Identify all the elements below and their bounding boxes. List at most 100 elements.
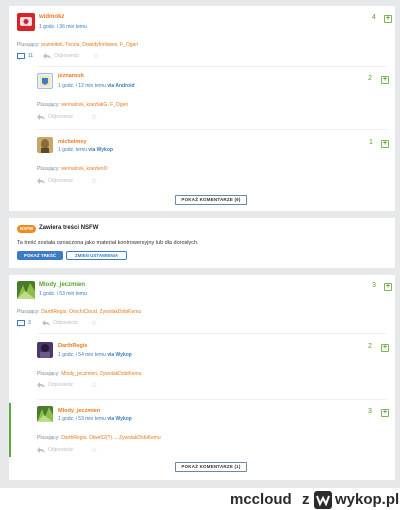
comment-via: via Wykop (88, 147, 113, 153)
voters-line: Plusujący: DarthRegis, OrochiCloud, Zywo… (17, 309, 141, 315)
favorite-action[interactable]: ☆ (91, 177, 97, 185)
voters-list[interactable]: DarthRegis, Olwe52(?)..., ZywolakDobiKem… (61, 435, 160, 441)
divider (37, 66, 387, 67)
plus-button[interactable]: + (381, 409, 389, 417)
nsfw-card: NSFW Zawiera treści NSFW Ta treść został… (9, 218, 395, 268)
comment-meta: 1 godz. i 12 min temu via Android (58, 83, 135, 89)
favorite-action[interactable]: ☆ (91, 446, 97, 454)
comment-meta: 1 godz. temu via Wykop (58, 147, 113, 153)
footer-site: wykop.pl (335, 491, 400, 508)
comment-time[interactable]: 1 godz. i 12 min temu (58, 83, 106, 89)
entry-time[interactable]: 1 godz. i 36 min temu (39, 24, 87, 30)
reply-icon (37, 382, 45, 388)
voters-label: Plusujący: (37, 166, 60, 172)
entry-author[interactable]: widmokz (39, 14, 64, 20)
avatar[interactable] (37, 406, 53, 422)
divider (37, 129, 387, 130)
entry-card-2: Mlody_jeczmien 1 godz. i 53 min temu 3 +… (9, 275, 395, 480)
divider (37, 333, 387, 334)
comments-icon[interactable] (17, 320, 25, 327)
avatar[interactable] (37, 342, 53, 358)
comment-via: via Wykop (107, 352, 132, 358)
footer-z: z (302, 491, 310, 508)
vote-count: 2 (368, 75, 372, 82)
reply-action[interactable]: Odpowiedz (37, 382, 73, 388)
vote-count: 4 (372, 14, 376, 21)
voters-line: Plusujący: DarthRegis, Olwe52(?)..., Zyw… (37, 435, 161, 441)
voters-label: Plusujący: (17, 42, 40, 48)
vote-count: 3 (372, 282, 376, 289)
voters-line: Plusujący: pozneitek, Toczia, Dowidyforl… (17, 42, 138, 48)
reply-label: Odpowiedz (48, 382, 74, 388)
reply-icon (37, 114, 45, 120)
reply-action[interactable]: Odpowiedz (37, 114, 73, 120)
vote-count: 1 (369, 139, 373, 146)
reply-action[interactable]: Odpowiedz (42, 320, 78, 326)
avatar[interactable] (37, 73, 53, 89)
plus-button[interactable]: + (381, 344, 389, 352)
favorite-action[interactable]: ☆ (93, 52, 99, 60)
divider (37, 399, 387, 400)
show-comments-button[interactable]: POKAŻ KOMENTARZE (1) (175, 462, 247, 472)
vote-count: 3 (368, 408, 372, 415)
reply-icon (42, 320, 50, 326)
reply-label: Odpowiedz (48, 447, 74, 453)
nsfw-title: Zawiera treści NSFW (39, 225, 99, 231)
plus-button[interactable]: + (384, 283, 392, 291)
avatar[interactable] (17, 281, 35, 299)
star-icon: ☆ (91, 447, 98, 454)
reply-label: Odpowiedz (54, 53, 80, 59)
entry-time[interactable]: 1 godz. i 53 min temu (39, 291, 87, 297)
avatar[interactable] (37, 137, 53, 153)
star-icon: ☆ (91, 178, 98, 185)
voters-label: Plusujący: (37, 371, 60, 377)
reply-action[interactable]: Odpowiedz (37, 178, 73, 184)
comments-icon[interactable] (17, 53, 25, 60)
voters-label: Plusujący: (17, 309, 40, 315)
comments-count[interactable]: 3 (28, 320, 31, 326)
voters-label: Plusujący: (37, 102, 60, 108)
comment-author[interactable]: DarthRegis (58, 343, 87, 349)
nsfw-description: Ta treść została oznaczona jako materiał… (17, 240, 199, 246)
footer-username: mccloud (230, 491, 292, 508)
voters-list[interactable]: Mlody_jeczmien, ZywolakDobiKemu (61, 371, 141, 377)
change-settings-button[interactable]: ZMIEŃ USTAWIENIA (66, 251, 127, 260)
reply-action[interactable]: Odpowiedz (37, 447, 73, 453)
comment-via: via Wykop (107, 416, 132, 422)
comments-count[interactable]: 11 (28, 53, 33, 59)
reply-icon (43, 53, 51, 59)
avatar[interactable] (17, 13, 35, 31)
voters-list[interactable]: pozneitek, Toczia, Dowidyforlowes, F_Oge… (41, 42, 138, 48)
comment-time[interactable]: 1 godz. i 53 min temu (58, 416, 106, 422)
favorite-action[interactable]: ☆ (91, 113, 97, 121)
show-content-button[interactable]: POKAŻ TREŚĆ (17, 251, 63, 260)
plus-button[interactable]: + (381, 76, 389, 84)
vote-count: 2 (368, 343, 372, 350)
voters-list[interactable]: DarthRegis, OrochiCloud, ZywolakDobiKemu (41, 309, 141, 315)
reply-icon (37, 178, 45, 184)
wykop-logo-icon (314, 491, 332, 509)
entry-author[interactable]: Mlody_jeczmien (39, 282, 85, 288)
comment-author[interactable]: Mlody_jeczmien (58, 408, 100, 414)
star-icon: ☆ (91, 320, 98, 327)
favorite-action[interactable]: ☆ (91, 381, 97, 389)
reply-icon (37, 447, 45, 453)
plus-button[interactable]: + (381, 140, 389, 148)
reply-label: Odpowiedz (48, 114, 74, 120)
plus-button[interactable]: + (384, 15, 392, 23)
comment-author[interactable]: michelmey (58, 139, 86, 145)
voters-list[interactable]: wernalcek, koezlenO (61, 166, 107, 172)
voters-label: Plusujący: (37, 435, 60, 441)
voters-line: Plusujący: Mlody_jeczmien, ZywolakDobiKe… (37, 371, 142, 377)
comment-time[interactable]: 1 godz. temu (58, 147, 87, 153)
voters-line: Plusujący: wernalcek, koezlenO (37, 166, 108, 172)
comment-time[interactable]: 1 godz. i 54 min temu (58, 352, 106, 358)
favorite-action[interactable]: ☆ (91, 319, 97, 327)
voters-list[interactable]: wernalcek, koezlakG, F_Ogeri (61, 102, 128, 108)
reply-label: Odpowiedz (53, 320, 79, 326)
show-comments-button[interactable]: POKAŻ KOMENTARZE (9) (175, 195, 247, 205)
comment-meta: 1 godz. i 53 min temu via Wykop (58, 416, 132, 422)
reply-action[interactable]: Odpowiedz (43, 53, 79, 59)
comment-author[interactable]: jeznanezk (58, 73, 84, 79)
reply-label: Odpowiedz (48, 178, 74, 184)
